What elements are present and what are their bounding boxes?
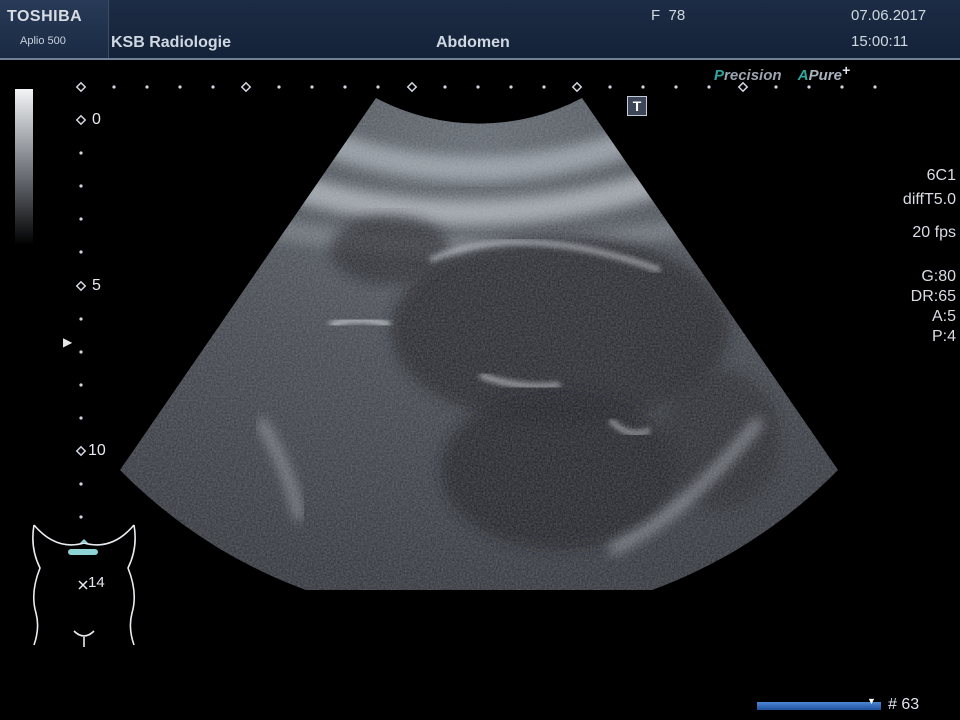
preset-name: diffT5.0 [902,191,956,208]
depth-scale [75,114,87,519]
frame-counter: # 63 [888,696,920,713]
body-mark-icon [32,524,136,647]
transducer-orientation-marker: T [627,96,647,116]
sector-scan [120,98,838,590]
lateral-scale [75,81,877,93]
depth-label-0: 0 [92,111,101,128]
cine-position-marker-icon[interactable]: ▼ [867,696,876,706]
grayscale-bar [15,89,33,245]
focus-marker-icon[interactable]: ▶ [63,335,72,349]
gain-readout: G:80 [921,268,956,285]
depth-label-10: 10 [88,442,106,459]
probe-name: 6C1 [926,167,956,184]
depth-label-5: 5 [92,277,101,294]
dynamic-range-readout: DR:65 [910,288,956,305]
probe-position-icon [68,549,98,555]
p-readout: P:4 [931,328,956,345]
cine-frame-bar[interactable] [757,702,881,710]
frame-rate: 20 fps [912,224,956,241]
probe-position-number: 14 [88,574,105,591]
a-readout: A:5 [931,308,956,325]
